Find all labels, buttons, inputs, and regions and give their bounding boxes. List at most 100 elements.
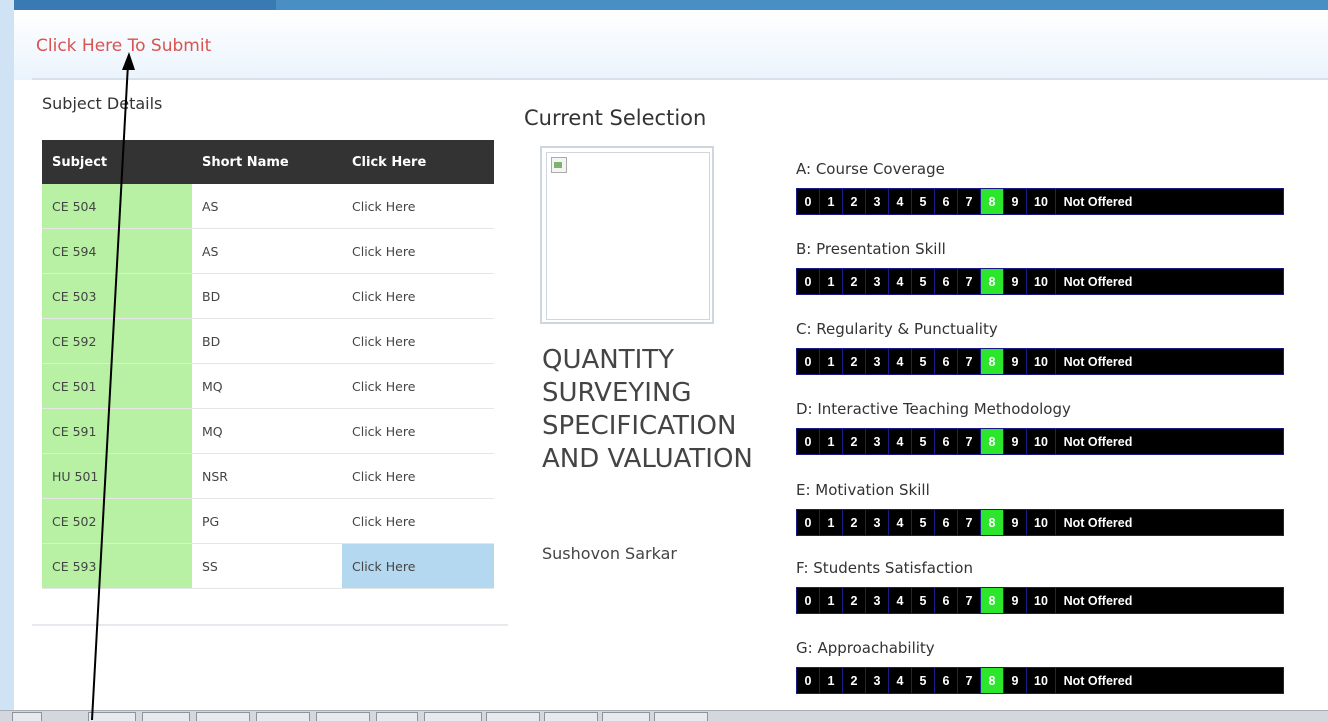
rating-option-0[interactable]: 0 — [797, 429, 820, 454]
rating-option-7[interactable]: 7 — [958, 429, 981, 454]
rating-option-2[interactable]: 2 — [843, 588, 866, 613]
rating-option-5[interactable]: 5 — [912, 510, 935, 535]
short-name-cell: AS — [192, 184, 342, 229]
click-here-link[interactable]: Click Here — [342, 408, 494, 454]
rating-option-6[interactable]: 6 — [935, 510, 958, 535]
rating-option-6[interactable]: 6 — [935, 588, 958, 613]
rating-option-10[interactable]: 10 — [1027, 510, 1056, 535]
rating-option-2[interactable]: 2 — [843, 429, 866, 454]
rating-option-4[interactable]: 4 — [889, 668, 912, 693]
rating-scale: 0 1 2 3 4 5 6 7 8 9 10 Not Offered — [796, 587, 1284, 614]
rating-option-2[interactable]: 2 — [843, 349, 866, 374]
rating-option-3[interactable]: 3 — [866, 668, 889, 693]
rating-option-1[interactable]: 1 — [820, 349, 843, 374]
rating-option-not-offered[interactable]: Not Offered — [1056, 189, 1140, 214]
rating-option-9[interactable]: 9 — [1004, 510, 1027, 535]
rating-option-7[interactable]: 7 — [958, 189, 981, 214]
rating-option-0[interactable]: 0 — [797, 269, 820, 294]
rating-option-3[interactable]: 3 — [866, 189, 889, 214]
click-here-link[interactable]: Click Here — [342, 184, 494, 229]
rating-option-5[interactable]: 5 — [912, 349, 935, 374]
rating-option-1[interactable]: 1 — [820, 668, 843, 693]
rating-option-6[interactable]: 6 — [935, 349, 958, 374]
click-here-link[interactable]: Click Here — [342, 318, 494, 364]
submit-link[interactable]: Click Here To Submit — [36, 36, 211, 56]
rating-option-7[interactable]: 7 — [958, 510, 981, 535]
rating-option-8[interactable]: 8 — [981, 588, 1004, 613]
rating-option-7[interactable]: 7 — [958, 349, 981, 374]
click-here-link[interactable]: Click Here — [342, 498, 494, 544]
rating-option-4[interactable]: 4 — [889, 269, 912, 294]
rating-option-9[interactable]: 9 — [1004, 668, 1027, 693]
rating-option-0[interactable]: 0 — [797, 189, 820, 214]
rating-option-not-offered[interactable]: Not Offered — [1056, 349, 1140, 374]
rating-option-3[interactable]: 3 — [866, 510, 889, 535]
rating-option-0[interactable]: 0 — [797, 668, 820, 693]
rating-option-8[interactable]: 8 — [981, 349, 1004, 374]
rating-option-not-offered[interactable]: Not Offered — [1056, 429, 1140, 454]
rating-option-5[interactable]: 5 — [912, 668, 935, 693]
rating-option-1[interactable]: 1 — [820, 429, 843, 454]
rating-criterion: C: Regularity & Punctuality 0 1 2 3 4 5 6 7 8 9 10 N… — [796, 320, 1286, 375]
rating-option-10[interactable]: 10 — [1027, 269, 1056, 294]
rating-option-5[interactable]: 5 — [912, 588, 935, 613]
click-here-link[interactable]: Click Here — [342, 543, 494, 589]
rating-option-3[interactable]: 3 — [866, 588, 889, 613]
rating-option-8[interactable]: 8 — [981, 269, 1004, 294]
rating-option-not-offered[interactable]: Not Offered — [1056, 588, 1140, 613]
rating-criterion: E: Motivation Skill 0 1 2 3 4 5 6 7 8 9 10 Not Offer… — [796, 481, 1286, 536]
rating-option-6[interactable]: 6 — [935, 429, 958, 454]
rating-option-9[interactable]: 9 — [1004, 429, 1027, 454]
rating-option-4[interactable]: 4 — [889, 510, 912, 535]
rating-option-6[interactable]: 6 — [935, 189, 958, 214]
rating-option-3[interactable]: 3 — [866, 269, 889, 294]
rating-option-4[interactable]: 4 — [889, 189, 912, 214]
rating-option-6[interactable]: 6 — [935, 668, 958, 693]
rating-option-1[interactable]: 1 — [820, 269, 843, 294]
rating-option-10[interactable]: 10 — [1027, 189, 1056, 214]
rating-option-4[interactable]: 4 — [889, 429, 912, 454]
rating-option-1[interactable]: 1 — [820, 588, 843, 613]
rating-option-8[interactable]: 8 — [981, 668, 1004, 693]
rating-option-not-offered[interactable]: Not Offered — [1056, 510, 1140, 535]
rating-option-9[interactable]: 9 — [1004, 349, 1027, 374]
rating-option-7[interactable]: 7 — [958, 588, 981, 613]
rating-option-1[interactable]: 1 — [820, 510, 843, 535]
rating-option-2[interactable]: 2 — [843, 269, 866, 294]
rating-option-10[interactable]: 10 — [1027, 588, 1056, 613]
click-here-link[interactable]: Click Here — [342, 453, 494, 499]
rating-option-9[interactable]: 9 — [1004, 588, 1027, 613]
rating-option-6[interactable]: 6 — [935, 269, 958, 294]
click-here-link[interactable]: Click Here — [342, 273, 494, 319]
rating-option-0[interactable]: 0 — [797, 349, 820, 374]
rating-option-0[interactable]: 0 — [797, 588, 820, 613]
rating-option-5[interactable]: 5 — [912, 189, 935, 214]
current-selection-title: Current Selection — [524, 106, 707, 130]
rating-option-2[interactable]: 2 — [843, 189, 866, 214]
rating-option-5[interactable]: 5 — [912, 429, 935, 454]
rating-option-10[interactable]: 10 — [1027, 429, 1056, 454]
rating-option-1[interactable]: 1 — [820, 189, 843, 214]
rating-option-0[interactable]: 0 — [797, 510, 820, 535]
rating-option-8[interactable]: 8 — [981, 189, 1004, 214]
rating-option-9[interactable]: 9 — [1004, 189, 1027, 214]
rating-option-7[interactable]: 7 — [958, 668, 981, 693]
rating-option-2[interactable]: 2 — [843, 668, 866, 693]
rating-option-8[interactable]: 8 — [981, 510, 1004, 535]
rating-option-3[interactable]: 3 — [866, 429, 889, 454]
rating-option-9[interactable]: 9 — [1004, 269, 1027, 294]
click-here-link[interactable]: Click Here — [342, 363, 494, 409]
rating-option-not-offered[interactable]: Not Offered — [1056, 668, 1140, 693]
rating-option-5[interactable]: 5 — [912, 269, 935, 294]
rating-option-3[interactable]: 3 — [866, 349, 889, 374]
rating-option-8[interactable]: 8 — [981, 429, 1004, 454]
rating-option-2[interactable]: 2 — [843, 510, 866, 535]
rating-option-4[interactable]: 4 — [889, 349, 912, 374]
criterion-label: F: Students Satisfaction — [796, 559, 973, 577]
rating-option-10[interactable]: 10 — [1027, 668, 1056, 693]
rating-option-4[interactable]: 4 — [889, 588, 912, 613]
rating-option-7[interactable]: 7 — [958, 269, 981, 294]
click-here-link[interactable]: Click Here — [342, 228, 494, 274]
rating-option-not-offered[interactable]: Not Offered — [1056, 269, 1140, 294]
rating-option-10[interactable]: 10 — [1027, 349, 1056, 374]
